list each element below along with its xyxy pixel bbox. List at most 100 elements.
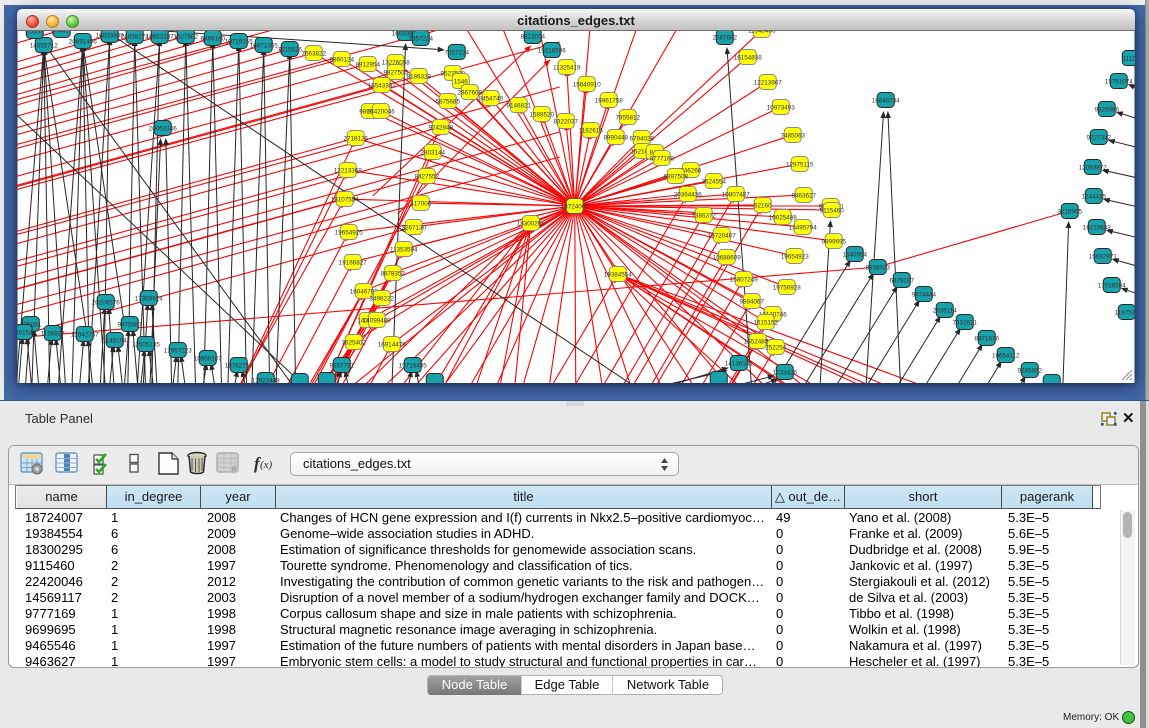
svg-text:17957223: 17957223 [164, 348, 193, 355]
svg-text:19756928: 19756928 [773, 285, 802, 292]
svg-text:2087682: 2087682 [712, 35, 737, 42]
svg-text:16914479: 16914479 [378, 342, 407, 349]
svg-text:1588520: 1588520 [529, 112, 554, 119]
svg-text:9242848: 9242848 [428, 125, 453, 132]
svg-text:19218596: 19218596 [538, 48, 567, 55]
svg-text:5875685: 5875685 [435, 99, 460, 106]
svg-text:6897508: 6897508 [663, 174, 688, 181]
svg-text:(x): (x) [260, 459, 273, 471]
svg-text:7663822: 7663822 [301, 51, 326, 58]
svg-text:16961758: 16961758 [595, 98, 624, 105]
svg-text:19654923: 19654923 [781, 254, 810, 261]
svg-text:10688609: 10688609 [713, 255, 742, 262]
svg-text:10654112: 10654112 [992, 353, 1020, 360]
svg-text:9777169: 9777169 [649, 156, 674, 163]
svg-text:2718126: 2718126 [343, 136, 368, 143]
svg-text:7515526: 7515526 [277, 47, 302, 54]
svg-text:9899695: 9899695 [821, 239, 846, 246]
svg-text:18300295: 18300295 [517, 221, 546, 228]
svg-text:15692971: 15692971 [1089, 254, 1118, 261]
svg-text:3267130: 3267130 [401, 225, 426, 232]
svg-text:20364436: 20364436 [674, 192, 703, 199]
svg-text:8912954: 8912954 [355, 62, 380, 69]
svg-text:16782759: 16782759 [225, 363, 254, 370]
svg-text:2803144: 2803144 [420, 150, 445, 157]
svg-text:15640910: 15640910 [573, 82, 602, 89]
svg-text:9657791: 9657791 [329, 363, 354, 370]
svg-text:1167533: 1167533 [1115, 310, 1135, 317]
svg-text:19166827: 19166827 [339, 260, 368, 267]
svg-text:1640954: 1640954 [842, 252, 867, 259]
svg-text:10973493: 10973493 [767, 105, 796, 112]
svg-text:16543382: 16543382 [368, 83, 397, 90]
svg-text:16210643: 16210643 [1083, 225, 1112, 232]
svg-text:12942757: 12942757 [71, 332, 100, 339]
svg-text:39154: 39154 [17, 330, 33, 337]
svg-text:9884067: 9884067 [739, 299, 764, 306]
svg-text:8471676: 8471676 [974, 336, 999, 343]
svg-text:12213369: 12213369 [334, 168, 363, 175]
svg-text:104417: 104417 [51, 31, 73, 35]
svg-text:7955812: 7955812 [615, 115, 640, 122]
svg-text:14055712: 14055712 [30, 43, 59, 50]
svg-text:9827505: 9827505 [383, 70, 408, 77]
svg-text:15720407: 15720407 [708, 233, 737, 240]
svg-text:7386372: 7386372 [691, 213, 716, 220]
svg-text:17359924: 17359924 [135, 296, 164, 303]
svg-text:19654925: 19654925 [335, 230, 364, 237]
svg-text:12923448: 12923448 [252, 378, 281, 384]
svg-text:16671355: 16671355 [250, 43, 279, 50]
svg-text:62160: 62160 [754, 203, 772, 210]
svg-text:6879197: 6879197 [889, 278, 914, 285]
svg-text:7485063: 7485063 [780, 133, 805, 140]
svg-text:417006: 417006 [410, 201, 432, 208]
svg-text:2935114: 2935114 [933, 308, 958, 315]
svg-text:8878352: 8878352 [380, 271, 405, 278]
svg-text:9975887: 9975887 [117, 322, 142, 329]
svg-text:9474444: 9474444 [911, 292, 936, 299]
svg-text:1733426: 1733426 [772, 370, 797, 377]
svg-text:9227342: 9227342 [1086, 135, 1111, 142]
svg-text:9146821: 9146821 [506, 103, 531, 110]
svg-text:1527602: 1527602 [173, 34, 198, 41]
svg-text:9115460: 9115460 [820, 208, 845, 215]
svg-text:8322037: 8322037 [553, 119, 578, 126]
svg-text:7632621: 7632621 [952, 320, 977, 327]
svg-text:1145194: 1145194 [103, 338, 128, 345]
svg-text:14099489: 14099489 [363, 318, 392, 325]
svg-text:15716485: 15716485 [399, 363, 428, 370]
svg-text:20553: 20553 [26, 31, 44, 36]
svg-text:8990448: 8990448 [603, 135, 628, 142]
svg-text:8938923: 8938923 [865, 265, 890, 272]
svg-text:7357224: 7357224 [408, 36, 433, 43]
svg-text:10653287: 10653287 [146, 34, 175, 41]
svg-text:11353594: 11353594 [390, 247, 418, 254]
svg-text:16107554: 16107554 [331, 197, 360, 204]
svg-text:10025488: 10025488 [769, 215, 798, 222]
svg-text:9245652: 9245652 [1017, 368, 1042, 375]
svg-text:7625402: 7625402 [341, 340, 366, 347]
svg-text:20053346: 20053346 [149, 126, 178, 133]
svg-text:11548408: 11548408 [748, 31, 776, 35]
svg-text:9329966: 9329966 [1094, 107, 1119, 114]
svg-text:9463627: 9463627 [791, 193, 816, 200]
svg-text:1162615: 1162615 [579, 128, 604, 135]
svg-text:17016504: 17016504 [1098, 283, 1127, 290]
svg-text:3624554: 3624554 [701, 179, 726, 186]
svg-text:1615152: 1615152 [753, 320, 778, 327]
svg-text:10807487: 10807487 [722, 192, 751, 199]
svg-text:13495794: 13495794 [789, 225, 818, 232]
svg-text:8454749: 8454749 [478, 96, 503, 103]
svg-text:12505135: 12505135 [132, 342, 161, 349]
svg-text:6794028: 6794028 [629, 136, 654, 143]
svg-text:12213967: 12213967 [754, 80, 783, 87]
svg-text:15807249: 15807249 [730, 277, 759, 284]
svg-text:9860124: 9860124 [329, 57, 354, 64]
svg-text:11325419: 11325419 [553, 65, 581, 72]
svg-text:23420046: 23420046 [367, 109, 396, 116]
svg-text:8813054: 8813054 [520, 34, 545, 41]
svg-text:3215955: 3215955 [1057, 209, 1082, 216]
svg-text:15751074: 15751074 [1105, 79, 1134, 86]
svg-text:252254: 252254 [765, 345, 787, 352]
svg-text:19384554: 19384554 [604, 272, 633, 279]
